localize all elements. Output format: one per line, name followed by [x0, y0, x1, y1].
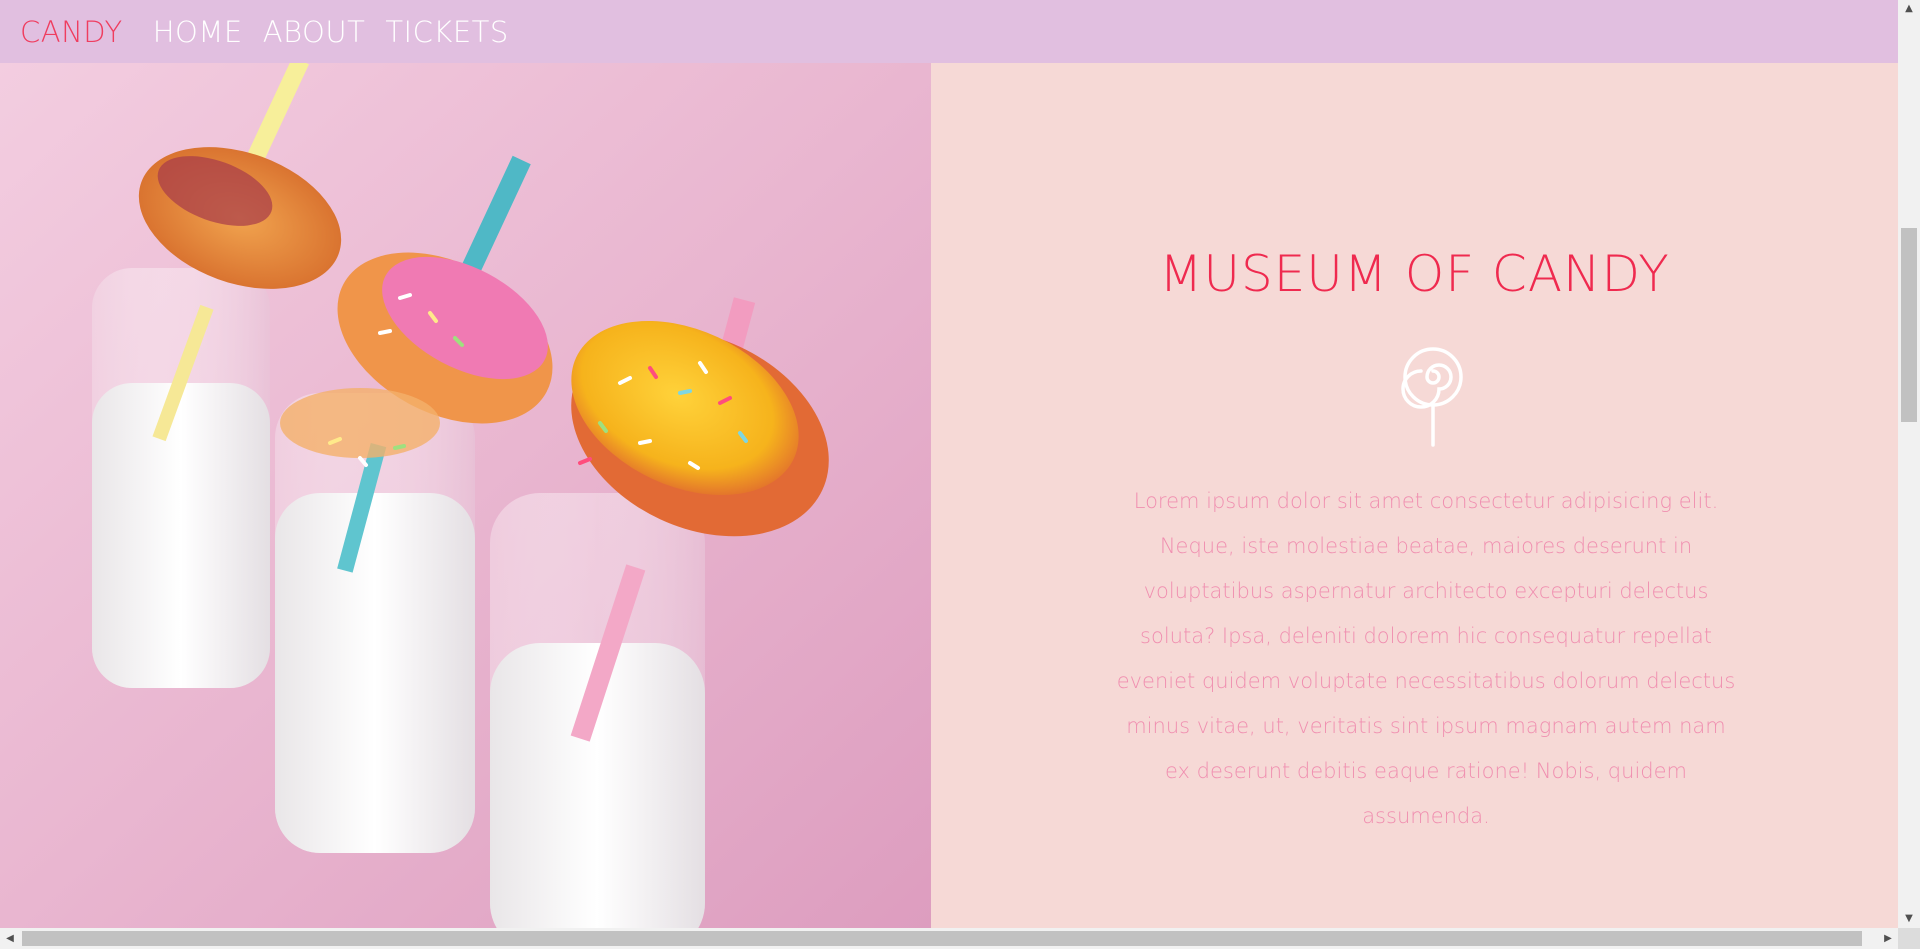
- scroll-left-icon[interactable]: ◀: [0, 928, 20, 949]
- description-text: Lorem ipsum dolor sit amet consectetur a…: [1116, 489, 1736, 828]
- horizontal-scroll-thumb[interactable]: [22, 931, 1862, 946]
- nav-link-tickets[interactable]: TICKETS: [385, 15, 508, 49]
- page-title: MUSEUM OF CANDY: [1159, 245, 1670, 303]
- top-navbar: CANDY HOME ABOUT TICKETS: [0, 0, 1898, 63]
- vertical-scrollbar[interactable]: ▲ ▼: [1898, 0, 1920, 928]
- page-viewport: CANDY HOME ABOUT TICKETS MUSEUM OF CANDY…: [0, 0, 1898, 928]
- scroll-right-icon[interactable]: ▶: [1878, 928, 1898, 949]
- hero-image: [0, 63, 931, 928]
- nav-links: HOME ABOUT TICKETS: [153, 15, 509, 49]
- info-panel: MUSEUM OF CANDY Lorem ipsum dolor sit am…: [931, 63, 1898, 928]
- horizontal-scrollbar[interactable]: ◀ ▶: [0, 928, 1898, 949]
- nav-link-home[interactable]: HOME: [153, 15, 243, 49]
- scrollbar-corner: [1898, 928, 1920, 949]
- donuts-milk-illustration: [0, 63, 931, 928]
- nav-link-about[interactable]: ABOUT: [263, 15, 366, 49]
- scroll-down-icon[interactable]: ▼: [1898, 910, 1920, 928]
- brand-logo-link[interactable]: CANDY: [20, 15, 123, 49]
- scroll-up-icon[interactable]: ▲: [1898, 0, 1920, 18]
- lollipop-icon: [1401, 347, 1463, 447]
- vertical-scroll-thumb[interactable]: [1901, 228, 1917, 422]
